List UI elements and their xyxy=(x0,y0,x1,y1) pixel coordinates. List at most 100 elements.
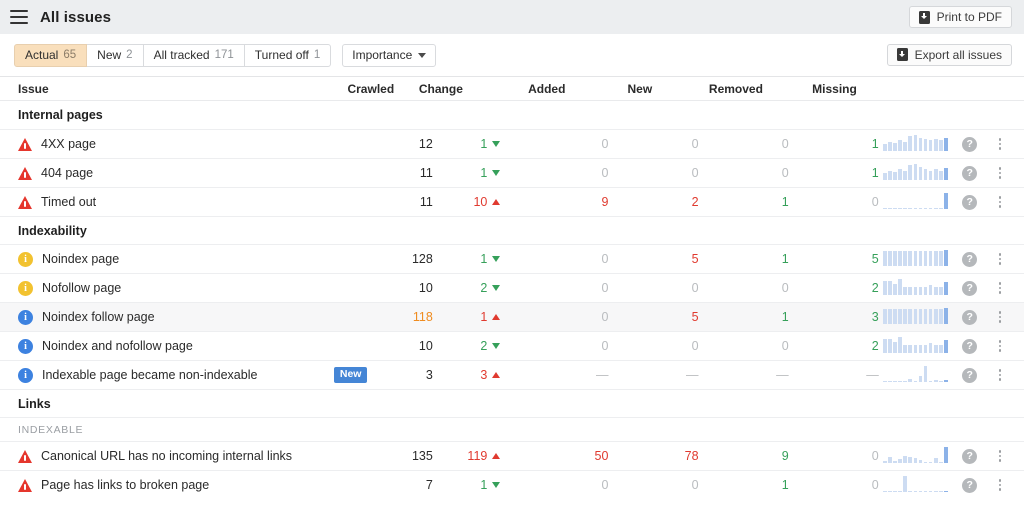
table-row[interactable]: Noindex follow page11810513 xyxy=(0,302,1024,331)
crawled-cell-value: 135 xyxy=(412,449,433,463)
trend-sparkline-cell[interactable] xyxy=(879,361,952,389)
removed-cell: 1 xyxy=(699,478,789,492)
trend-sparkline-cell[interactable] xyxy=(879,303,952,331)
top-bar-actions: Print to PDF xyxy=(909,6,1012,28)
help-icon[interactable] xyxy=(962,195,977,210)
crawled-cell: 3 xyxy=(376,368,432,382)
issue-cell: Nofollow page xyxy=(0,281,325,296)
kebab-menu-icon[interactable] xyxy=(993,281,1007,296)
kebab-menu-icon[interactable] xyxy=(993,195,1007,210)
help-icon[interactable] xyxy=(962,478,977,493)
new-cell: 0 xyxy=(608,166,698,180)
table-row[interactable]: Noindex and nofollow page1020002 xyxy=(0,331,1024,360)
help-icon[interactable] xyxy=(962,368,977,383)
column-header-change[interactable]: Change xyxy=(401,82,490,96)
column-header-new[interactable]: New xyxy=(585,82,680,96)
help-icon[interactable] xyxy=(962,166,977,181)
help-icon[interactable] xyxy=(962,310,977,325)
missing-cell-value: 5 xyxy=(872,252,879,266)
table-row[interactable]: 404 page1110001 xyxy=(0,158,1024,187)
missing-cell: 2 xyxy=(789,281,879,295)
kebab-menu-icon[interactable] xyxy=(993,137,1007,152)
help-icon[interactable] xyxy=(962,281,977,296)
tab-turned-off-count: 1 xyxy=(314,49,320,61)
help-icon[interactable] xyxy=(962,252,977,267)
trend-sparkline-cell[interactable] xyxy=(879,442,952,470)
missing-cell: 3 xyxy=(789,310,879,324)
tab-actual[interactable]: Actual 65 xyxy=(14,44,87,67)
issue-label[interactable]: Noindex follow page xyxy=(42,310,155,324)
column-header-added[interactable]: Added xyxy=(490,82,585,96)
kebab-menu-icon[interactable] xyxy=(993,368,1007,383)
column-header-issue[interactable]: Issue xyxy=(0,82,341,96)
triangle-down-icon xyxy=(492,141,500,147)
tab-turned-off-label: Turned off xyxy=(255,48,309,62)
crawled-cell-value: 10 xyxy=(419,281,433,295)
column-header-crawled[interactable]: Crawled xyxy=(341,82,400,96)
top-bar: All issues Print to PDF xyxy=(0,0,1024,34)
tab-all-tracked-count: 171 xyxy=(215,49,234,61)
tab-turned-off[interactable]: Turned off 1 xyxy=(244,44,331,67)
missing-cell-value: 0 xyxy=(872,195,879,209)
issue-label[interactable]: 4XX page xyxy=(41,137,96,151)
table-row[interactable]: 4XX page1210001 xyxy=(0,129,1024,158)
kebab-menu-icon[interactable] xyxy=(993,252,1007,267)
help-icon[interactable] xyxy=(962,137,977,152)
change-value: 1 xyxy=(480,310,487,324)
crawled-cell: 118 xyxy=(376,310,432,324)
menu-cell xyxy=(988,281,1012,296)
kebab-menu-icon[interactable] xyxy=(993,310,1007,325)
tab-new[interactable]: New 2 xyxy=(86,44,143,67)
issue-label[interactable]: Canonical URL has no incoming internal l… xyxy=(41,449,292,463)
issue-label[interactable]: 404 page xyxy=(41,166,93,180)
change-value: 119 xyxy=(467,449,487,463)
table-row[interactable]: Noindex page12810515 xyxy=(0,244,1024,273)
menu-cell xyxy=(988,166,1012,181)
kebab-menu-icon[interactable] xyxy=(993,449,1007,464)
triangle-up-icon xyxy=(492,314,500,320)
warning-icon xyxy=(18,167,32,180)
issue-cell: 404 page xyxy=(0,166,325,180)
removed-cell: 9 xyxy=(699,449,789,463)
trend-sparkline-cell[interactable] xyxy=(879,159,952,187)
help-icon[interactable] xyxy=(962,339,977,354)
column-header-missing[interactable]: Missing xyxy=(776,82,871,96)
issue-label[interactable]: Noindex and nofollow page xyxy=(42,339,193,353)
issue-label[interactable]: Page has links to broken page xyxy=(41,478,209,492)
crawled-cell: 10 xyxy=(376,339,432,353)
importance-dropdown[interactable]: Importance xyxy=(342,44,436,67)
warning-icon xyxy=(18,138,32,151)
export-all-issues-button[interactable]: Export all issues xyxy=(887,44,1012,66)
issue-label[interactable]: Timed out xyxy=(41,195,96,209)
table-row[interactable]: Page has links to broken page710010 xyxy=(0,470,1024,499)
help-icon[interactable] xyxy=(962,449,977,464)
sparkline xyxy=(883,164,948,180)
issue-label[interactable]: Noindex page xyxy=(42,252,119,266)
removed-cell: 0 xyxy=(699,166,789,180)
hamburger-icon[interactable] xyxy=(10,10,28,24)
print-to-pdf-button[interactable]: Print to PDF xyxy=(909,6,1012,28)
kebab-menu-icon[interactable] xyxy=(993,166,1007,181)
trend-sparkline-cell[interactable] xyxy=(879,274,952,302)
trend-sparkline-cell[interactable] xyxy=(879,130,952,158)
tab-new-label: New xyxy=(97,48,121,62)
issue-label[interactable]: Indexable page became non-indexable xyxy=(42,368,257,382)
issue-label[interactable]: Nofollow page xyxy=(42,281,121,295)
sparkline xyxy=(883,476,948,492)
table-row[interactable]: Nofollow page1020002 xyxy=(0,273,1024,302)
table-row[interactable]: Timed out11109210 xyxy=(0,187,1024,216)
crawled-cell: 12 xyxy=(376,137,432,151)
change-value-wrap: 3 xyxy=(480,368,500,382)
missing-cell: 1 xyxy=(789,137,879,151)
kebab-menu-icon[interactable] xyxy=(993,339,1007,354)
trend-sparkline-cell[interactable] xyxy=(879,471,952,499)
column-header-removed[interactable]: Removed xyxy=(681,82,776,96)
table-row[interactable]: Canonical URL has no incoming internal l… xyxy=(0,441,1024,470)
table-row[interactable]: Indexable page became non-indexableNew33… xyxy=(0,360,1024,389)
kebab-menu-icon[interactable] xyxy=(993,478,1007,493)
trend-sparkline-cell[interactable] xyxy=(879,245,952,273)
trend-sparkline-cell[interactable] xyxy=(879,332,952,360)
missing-cell-value: 1 xyxy=(872,166,879,180)
tab-all-tracked[interactable]: All tracked 171 xyxy=(143,44,245,67)
trend-sparkline-cell[interactable] xyxy=(879,188,952,216)
